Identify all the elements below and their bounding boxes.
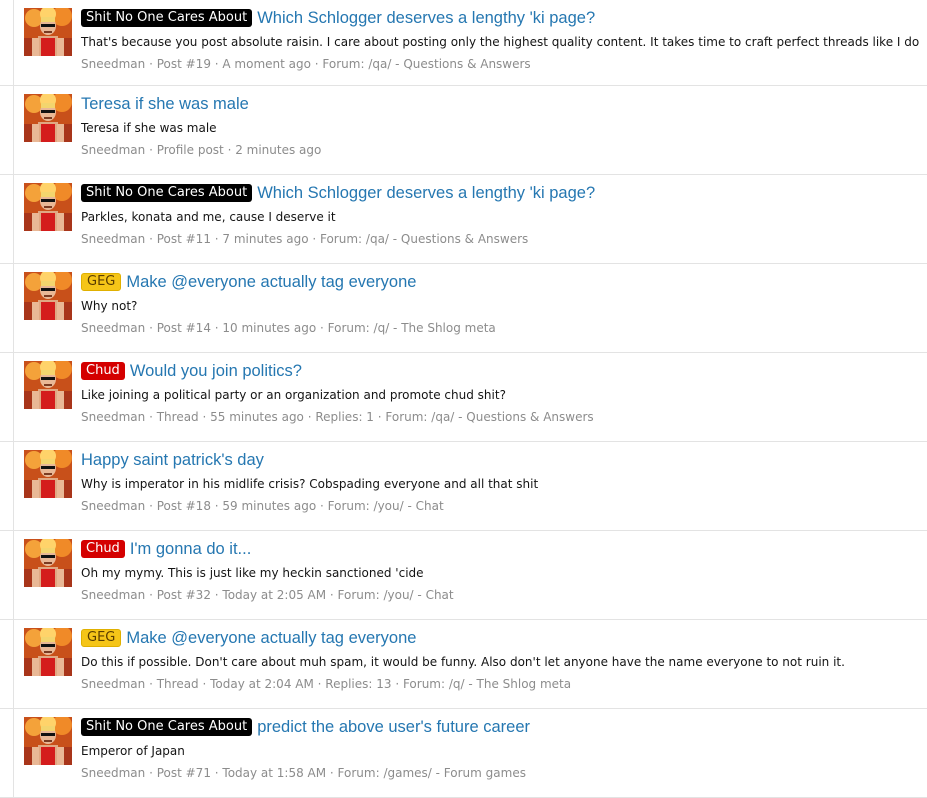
thread-prefix-badge: Shit No One Cares About: [81, 9, 253, 27]
result-snippet: Like joining a political party or an org…: [81, 388, 506, 402]
avatar[interactable]: [24, 717, 72, 765]
search-results-list: Shit No One Cares About Which Schlogger …: [0, 0, 927, 798]
result-title-link[interactable]: Which Schlogger deserves a lengthy 'ki p…: [257, 9, 595, 28]
author-link[interactable]: Sneedman: [81, 677, 145, 691]
forum-link[interactable]: /qa/ - Questions & Answers: [366, 232, 528, 246]
result-meta: Sneedman · Post #18 · 59 minutes ago · F…: [81, 499, 919, 513]
avatar[interactable]: [24, 94, 72, 142]
author-link[interactable]: Sneedman: [81, 321, 145, 335]
thread-prefix-badge: Shit No One Cares About: [81, 184, 253, 202]
result-snippet: Do this if possible. Don't care about mu…: [81, 655, 845, 669]
meta-text: · Profile post · 2 minutes ago: [145, 143, 322, 157]
result-snippet: Emperor of Japan: [81, 744, 185, 758]
author-link[interactable]: Sneedman: [81, 410, 145, 424]
forum-link[interactable]: /qa/ - Questions & Answers: [431, 410, 593, 424]
meta-text: · Post #11 · 7 minutes ago · Forum:: [145, 232, 366, 246]
avatar[interactable]: [24, 272, 72, 320]
author-link[interactable]: Sneedman: [81, 143, 145, 157]
author-link[interactable]: Sneedman: [81, 57, 145, 71]
result-snippet: Why not?: [81, 299, 138, 313]
result-snippet: Parkles, konata and me, cause I deserve …: [81, 210, 336, 224]
forum-link[interactable]: /q/ - The Shlog meta: [449, 677, 571, 691]
avatar[interactable]: [24, 450, 72, 498]
result-title-link[interactable]: Which Schlogger deserves a lengthy 'ki p…: [257, 184, 595, 203]
avatar[interactable]: [24, 183, 72, 231]
forum-link[interactable]: /games/ - Forum games: [383, 766, 526, 780]
result-title-link[interactable]: I'm gonna do it...: [130, 540, 251, 559]
avatar[interactable]: [24, 628, 72, 676]
thread-prefix-badge: Chud: [81, 540, 125, 558]
result-meta: Sneedman · Post #19 · A moment ago · For…: [81, 57, 919, 71]
search-result-item: Chud I'm gonna do it... Oh my mymy. This…: [0, 531, 927, 620]
result-title-link[interactable]: Make @everyone actually tag everyone: [126, 629, 416, 648]
meta-text: · Thread · 55 minutes ago · Replies: 1 ·…: [145, 410, 432, 424]
author-link[interactable]: Sneedman: [81, 232, 145, 246]
avatar[interactable]: [24, 8, 72, 56]
result-title-link[interactable]: Make @everyone actually tag everyone: [126, 273, 416, 292]
author-link[interactable]: Sneedman: [81, 499, 145, 513]
author-link[interactable]: Sneedman: [81, 588, 145, 602]
forum-link[interactable]: /you/ - Chat: [374, 499, 444, 513]
result-title-link[interactable]: Teresa if she was male: [81, 95, 249, 114]
avatar[interactable]: [24, 361, 72, 409]
result-meta: Sneedman · Thread · 55 minutes ago · Rep…: [81, 410, 919, 424]
forum-link[interactable]: /q/ - The Shlog meta: [374, 321, 496, 335]
meta-text: · Post #71 · Today at 1:58 AM · Forum:: [145, 766, 384, 780]
result-snippet: Teresa if she was male: [81, 121, 217, 135]
result-meta: Sneedman · Post #11 · 7 minutes ago · Fo…: [81, 232, 919, 246]
search-result-item: Shit No One Cares About Which Schlogger …: [0, 0, 927, 86]
search-result-item: Shit No One Cares About predict the abov…: [0, 709, 927, 798]
result-meta: Sneedman · Thread · Today at 2:04 AM · R…: [81, 677, 919, 691]
search-result-item: Teresa if she was male Teresa if she was…: [0, 86, 927, 175]
author-link[interactable]: Sneedman: [81, 766, 145, 780]
search-result-item: GEG Make @everyone actually tag everyone…: [0, 264, 927, 353]
result-snippet: Why is imperator in his midlife crisis? …: [81, 477, 539, 491]
thread-prefix-badge: Chud: [81, 362, 125, 380]
search-result-item: Happy saint patrick's day Why is imperat…: [0, 442, 927, 531]
forum-link[interactable]: /qa/ - Questions & Answers: [368, 57, 530, 71]
result-meta: Sneedman · Profile post · 2 minutes ago: [81, 143, 919, 157]
search-result-item: Shit No One Cares About Which Schlogger …: [0, 175, 927, 264]
result-meta: Sneedman · Post #32 · Today at 2:05 AM ·…: [81, 588, 919, 602]
forum-link[interactable]: /you/ - Chat: [383, 588, 453, 602]
search-result-item: GEG Make @everyone actually tag everyone…: [0, 620, 927, 709]
result-title-link[interactable]: Happy saint patrick's day: [81, 451, 264, 470]
thread-prefix-badge: GEG: [81, 629, 122, 647]
result-snippet: Oh my mymy. This is just like my heckin …: [81, 566, 424, 580]
result-meta: Sneedman · Post #14 · 10 minutes ago · F…: [81, 321, 919, 335]
result-title-link[interactable]: Would you join politics?: [130, 362, 302, 381]
result-snippet: That's because you post absolute raisin.…: [81, 35, 920, 49]
meta-text: · Post #18 · 59 minutes ago · Forum:: [145, 499, 374, 513]
meta-text: · Post #14 · 10 minutes ago · Forum:: [145, 321, 374, 335]
result-title-link[interactable]: predict the above user's future career: [257, 718, 530, 737]
meta-text: · Post #32 · Today at 2:05 AM · Forum:: [145, 588, 384, 602]
meta-text: · Thread · Today at 2:04 AM · Replies: 1…: [145, 677, 449, 691]
meta-text: · Post #19 · A moment ago · Forum:: [145, 57, 369, 71]
thread-prefix-badge: Shit No One Cares About: [81, 718, 253, 736]
result-meta: Sneedman · Post #71 · Today at 1:58 AM ·…: [81, 766, 919, 780]
thread-prefix-badge: GEG: [81, 273, 122, 291]
search-result-item: Chud Would you join politics? Like joini…: [0, 353, 927, 442]
avatar[interactable]: [24, 539, 72, 587]
